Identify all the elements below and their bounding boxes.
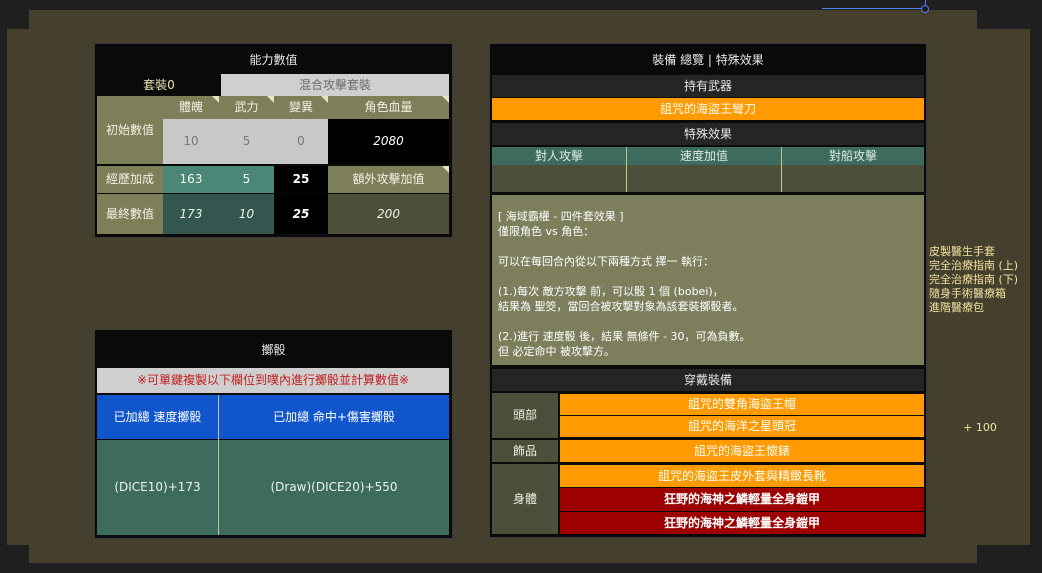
description-line: 可以在每回合內從以下兩種方式 擇一 執行： [498,255,714,268]
head-item-1[interactable]: 詛咒的雙角海盜王帽 [560,394,924,415]
worn-equipment-header: 穿戴裝備 [492,369,924,391]
attack-roll-header: 已加總 命中+傷害擲骰 [219,395,449,439]
set-label: 套裝0 [143,77,175,92]
speed-roll-header: 已加總 速度擲骰 [97,395,218,439]
slot-accessory-label: 飾品 [492,440,558,462]
side-item[interactable]: 隨身手術醫療箱 [929,287,1029,301]
exp-label: 經歷加成 [97,166,163,193]
equipment-title: 裝備 總覽 | 特殊效果 [652,52,764,67]
effect-col-speed: 速度加值 [627,147,781,165]
initial-physique[interactable]: 10 [163,119,219,164]
dice-panel: 擲骰 ※可單鍵複製以下欄位到噗內進行擲骰並計算數值※ 已加總 速度擲骰 已加總 … [94,329,453,539]
description-line: 僅限角色 vs 角色： [498,225,595,238]
final-label: 最終數值 [97,194,163,234]
effect-header: 特殊效果 [492,123,924,145]
exp-force[interactable]: 5 [219,166,274,193]
side-bonus[interactable]: + 100 [955,419,1005,437]
dice-notice: ※可單鍵複製以下欄位到噗內進行擲骰並計算數值※ [97,368,449,393]
sheet-frame-bottom [29,545,977,563]
extra-attack-label: 額外攻擊加值 [328,166,449,193]
accessory-item-1[interactable]: 詛咒的海盜王懷錶 [560,440,924,462]
effect-val-vs-ship[interactable] [782,165,924,192]
final-physique[interactable]: 173 [163,194,219,234]
initial-label: 初始數值 [97,96,163,164]
equipment-panel: 裝備 總覽 | 特殊效果 持有武器 詛咒的海盜王彎刀 特殊效果 對人攻擊 速度加… [489,43,927,538]
header-hp: 角色血量 [328,96,449,119]
speed-roll-value[interactable]: (DICE10)+173 [97,440,218,535]
description-line [498,239,918,254]
description-line: (1.)每次 敵方攻擊 前，可以骰 1 個 (bobei)， [498,285,724,298]
description-line [498,269,918,284]
final-mutation[interactable]: 25 [274,194,328,234]
description-line: [ 海域霸權 - 四件套效果 ] [498,210,624,223]
weapon-header: 持有武器 [492,75,924,97]
body-item-3[interactable]: 狂野的海神之鱗輕量全身鎧甲 [560,512,924,534]
effect-divider-2 [781,147,782,192]
slot-body-label: 身體 [492,464,558,534]
effect-val-vs-person[interactable] [492,165,626,192]
effect-col-vs-person: 對人攻擊 [492,147,626,165]
side-item[interactable]: 完全治療指南 (上) [929,259,1029,273]
slot-head-label: 頭部 [492,393,558,438]
head-item-2[interactable]: 詛咒的海洋之星頭冠 [560,416,924,437]
side-item-list: 皮製醫生手套 完全治療指南 (上) 完全治療指南 (下) 隨身手術醫療箱 進階醫… [929,245,1029,315]
stats-panel: 能力數值 套裝0 混合攻擊套裝 初始數值 體魄 武力 變異 角色血量 10 5 … [94,43,453,238]
initial-mutation[interactable]: 0 [274,119,328,164]
sheet-frame-top [29,10,977,29]
set-effect-description[interactable]: [ 海域霸權 - 四件套效果 ] 僅限角色 vs 角色： 可以在每回合內從以下兩… [492,195,924,365]
attack-roll-value[interactable]: (Draw)(DICE20)+550 [219,440,449,535]
final-force[interactable]: 10 [219,194,274,234]
body-item-2[interactable]: 狂野的海神之鱗輕量全身鎧甲 [560,488,924,511]
effect-col-vs-ship: 對船攻擊 [782,147,924,165]
exp-mutation[interactable]: 25 [274,166,328,193]
initial-hp[interactable]: 2080 [328,119,449,164]
selection-handle[interactable] [921,5,929,13]
description-line: 但 必定命中 被攻擊方。 [498,345,615,358]
weapon-name[interactable]: 詛咒的海盜王彎刀 [492,98,924,120]
body-item-1[interactable]: 詛咒的海盜王皮外套與精緻長靴 [560,465,924,487]
side-item[interactable]: 進階醫療包 [929,301,1029,315]
selection-outline[interactable] [822,0,926,9]
final-extra-attack[interactable]: 200 [328,194,449,234]
dice-divider [218,395,219,535]
stats-title: 能力數值 [249,52,298,67]
description-line: 結果為 聖筊，當回合被攻擊對象為該套裝擲骰者。 [498,300,744,313]
mixed-attack-set-label[interactable]: 混合攻擊套裝 [221,74,449,96]
side-item[interactable]: 完全治療指南 (下) [929,273,1029,287]
dice-title: 擲骰 [261,342,286,357]
exp-physique[interactable]: 163 [163,166,219,193]
header-mutation: 變異 [274,96,328,119]
effect-val-speed[interactable] [627,165,781,192]
side-item[interactable]: 皮製醫生手套 [929,245,1029,259]
header-force: 武力 [219,96,274,119]
initial-force[interactable]: 5 [219,119,274,164]
header-physique: 體魄 [163,96,219,119]
description-line: (2.)進行 速度骰 後，結果 無條件 - 30，可為負數。 [498,330,751,343]
description-line [498,314,918,329]
effect-divider-1 [626,147,627,192]
